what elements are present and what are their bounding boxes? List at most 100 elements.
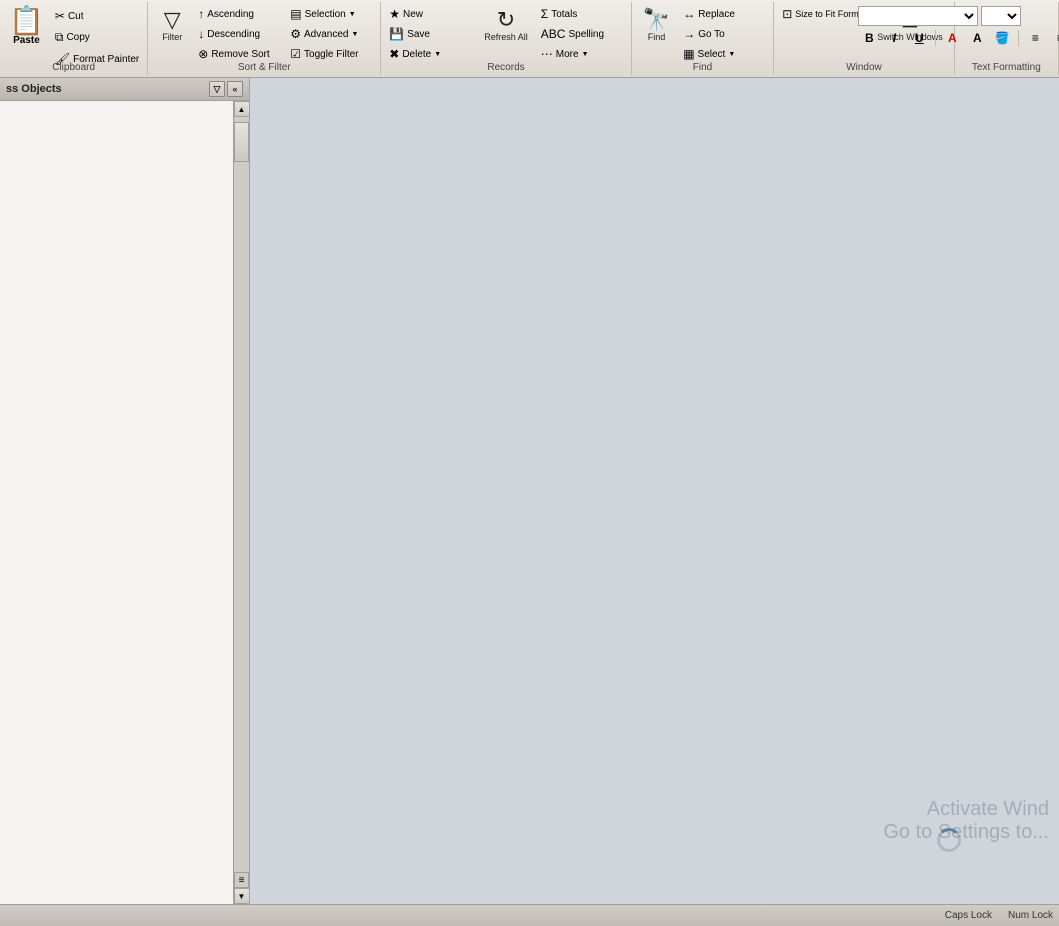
refresh-all-icon: ↻ bbox=[497, 9, 515, 31]
size-to-fit-label: Size to Fit Form bbox=[795, 9, 859, 19]
save-button[interactable]: 💾 Save bbox=[385, 24, 475, 44]
watermark-line1: Activate Wind bbox=[883, 798, 1049, 821]
ribbon: 📋 Paste ✂ Cut ⧉ Copy 🖌 Format Painter bbox=[0, 0, 1059, 78]
new-label: New bbox=[403, 9, 423, 20]
cut-label: Cut bbox=[68, 11, 84, 22]
align-center-button[interactable]: ≡ bbox=[1049, 28, 1059, 48]
select-button[interactable]: ▦ Select ▼ bbox=[679, 44, 769, 64]
paste-icon: 📋 bbox=[9, 7, 44, 35]
watermark: Activate Wind Go to Settings to... bbox=[883, 798, 1049, 844]
sidebar-scrollbar: ▲ ≡ ▼ bbox=[233, 101, 249, 904]
clipboard-inner: 📋 Paste ✂ Cut ⧉ Copy 🖌 Format Painter bbox=[4, 4, 143, 69]
new-button[interactable]: ★ New bbox=[385, 4, 475, 24]
records-col1: ★ New 💾 Save ✖ Delete ▼ bbox=[385, 4, 475, 64]
sidebar-content: ▲ ≡ ▼ bbox=[0, 101, 249, 904]
tf-row-1 bbox=[858, 6, 1059, 26]
records-label: Records bbox=[381, 62, 631, 73]
sort-filter-col: ↑ Ascending ↓ Descending ⊗ Remove Sort bbox=[194, 4, 284, 64]
go-to-label: Go To bbox=[698, 29, 725, 40]
spelling-icon: ABC bbox=[541, 27, 566, 41]
align-left-button[interactable]: ≡ bbox=[1024, 28, 1046, 48]
caps-lock-label: Caps Lock bbox=[945, 910, 992, 921]
find-label-group: Find bbox=[632, 62, 773, 73]
copy-label: Copy bbox=[66, 32, 89, 43]
sidebar-collapse-button[interactable]: « bbox=[227, 81, 243, 97]
replace-icon: ↔ bbox=[683, 7, 695, 21]
delete-button[interactable]: ✖ Delete ▼ bbox=[385, 44, 475, 64]
clipboard-group: 📋 Paste ✂ Cut ⧉ Copy 🖌 Format Painter bbox=[0, 2, 148, 75]
toggle-filter-button[interactable]: ☑ Toggle Filter bbox=[286, 44, 376, 64]
cut-icon: ✂ bbox=[55, 9, 65, 23]
replace-label: Replace bbox=[698, 9, 735, 20]
copy-button[interactable]: ⧉ Copy bbox=[51, 27, 143, 48]
find-button[interactable]: 🔭 Find bbox=[636, 4, 677, 48]
refresh-all-button[interactable]: ↻ Refresh All bbox=[477, 4, 535, 48]
paste-button[interactable]: 📋 Paste bbox=[4, 4, 49, 49]
font-color-button[interactable]: A bbox=[941, 28, 963, 48]
find-col: ↔ Replace → Go To ▦ Select ▼ bbox=[679, 4, 769, 64]
sort-filter-label: Sort & Filter bbox=[148, 62, 380, 73]
records-group: ★ New 💾 Save ✖ Delete ▼ ↻ Refresh All bbox=[381, 2, 632, 75]
filter-button[interactable]: ▽ Filter bbox=[152, 4, 192, 48]
sidebar-shutter-button[interactable]: ▽ bbox=[209, 81, 225, 97]
go-to-button[interactable]: → Go To bbox=[679, 24, 769, 44]
advanced-label: Advanced bbox=[304, 29, 348, 40]
spelling-label: Spelling bbox=[568, 29, 604, 40]
scroll-grip: ≡ bbox=[234, 872, 249, 888]
filter-icon: ▽ bbox=[164, 9, 181, 31]
ascending-label: Ascending bbox=[207, 9, 254, 20]
paint-bucket-button[interactable]: 🪣 bbox=[991, 28, 1013, 48]
filter-col: ▤ Selection ▼ ⚙ Advanced ▼ ☑ Toggle Filt… bbox=[286, 4, 376, 64]
sidebar-header: ss Objects ▽ « bbox=[0, 78, 249, 101]
totals-label: Totals bbox=[551, 9, 577, 20]
toggle-filter-icon: ☑ bbox=[290, 47, 301, 61]
find-group: 🔭 Find ↔ Replace → Go To ▦ Select ▼ F bbox=[632, 2, 774, 75]
scroll-track bbox=[234, 117, 249, 888]
spelling-button[interactable]: ABC Spelling bbox=[537, 24, 627, 44]
sort-filter-group: ▽ Filter ↑ Ascending ↓ Descending ⊗ Remo… bbox=[148, 2, 381, 75]
scroll-up-button[interactable]: ▲ bbox=[234, 101, 250, 117]
replace-button[interactable]: ↔ Replace bbox=[679, 4, 769, 24]
caps-lock-indicator: Caps Lock bbox=[945, 910, 992, 921]
main-content-area: Activate Wind Go to Settings to... bbox=[250, 78, 1059, 904]
remove-sort-icon: ⊗ bbox=[198, 47, 208, 61]
remove-sort-button[interactable]: ⊗ Remove Sort bbox=[194, 44, 284, 64]
descending-icon: ↓ bbox=[198, 27, 204, 41]
descending-label: Descending bbox=[207, 29, 260, 40]
text-formatting-label: Text Formatting bbox=[955, 62, 1058, 73]
find-icon: 🔭 bbox=[643, 9, 670, 31]
scroll-down-button[interactable]: ▼ bbox=[234, 888, 250, 904]
size-select[interactable] bbox=[981, 6, 1021, 26]
sidebar-header-buttons: ▽ « bbox=[209, 81, 243, 97]
bold-button[interactable]: B bbox=[858, 28, 880, 48]
loading-spinner bbox=[937, 828, 961, 852]
more-label: More bbox=[556, 49, 579, 60]
new-icon: ★ bbox=[389, 7, 400, 21]
save-icon: 💾 bbox=[389, 27, 404, 41]
sidebar-title: ss Objects bbox=[6, 83, 62, 95]
more-button[interactable]: ⋯ More ▼ bbox=[537, 44, 627, 64]
ascending-button[interactable]: ↑ Ascending bbox=[194, 4, 284, 24]
filter-label: Filter bbox=[162, 33, 182, 43]
scroll-thumb[interactable] bbox=[234, 122, 249, 162]
num-lock-label: Num Lock bbox=[1008, 910, 1053, 921]
watermark-line2: Go to Settings to... bbox=[883, 821, 1049, 844]
totals-icon: Σ bbox=[541, 7, 548, 21]
cut-button[interactable]: ✂ Cut bbox=[51, 6, 143, 26]
find-label: Find bbox=[648, 33, 666, 43]
go-to-icon: → bbox=[683, 27, 695, 41]
totals-button[interactable]: Σ Totals bbox=[537, 4, 627, 24]
font-select[interactable] bbox=[858, 6, 978, 26]
clipboard-small-buttons: ✂ Cut ⧉ Copy 🖌 Format Painter bbox=[51, 4, 143, 69]
delete-dropdown-arrow: ▼ bbox=[434, 51, 441, 58]
descending-button[interactable]: ↓ Descending bbox=[194, 24, 284, 44]
underline-button[interactable]: U bbox=[908, 28, 930, 48]
advanced-button[interactable]: ⚙ Advanced ▼ bbox=[286, 24, 376, 44]
select-icon: ▦ bbox=[683, 47, 694, 61]
italic-button[interactable]: I bbox=[883, 28, 905, 48]
highlight-button[interactable]: A bbox=[966, 28, 988, 48]
more-icon: ⋯ bbox=[541, 47, 553, 61]
records-col2: Σ Totals ABC Spelling ⋯ More ▼ bbox=[537, 4, 627, 64]
selection-button[interactable]: ▤ Selection ▼ bbox=[286, 4, 376, 24]
status-bar: Caps Lock Num Lock bbox=[0, 904, 1059, 926]
